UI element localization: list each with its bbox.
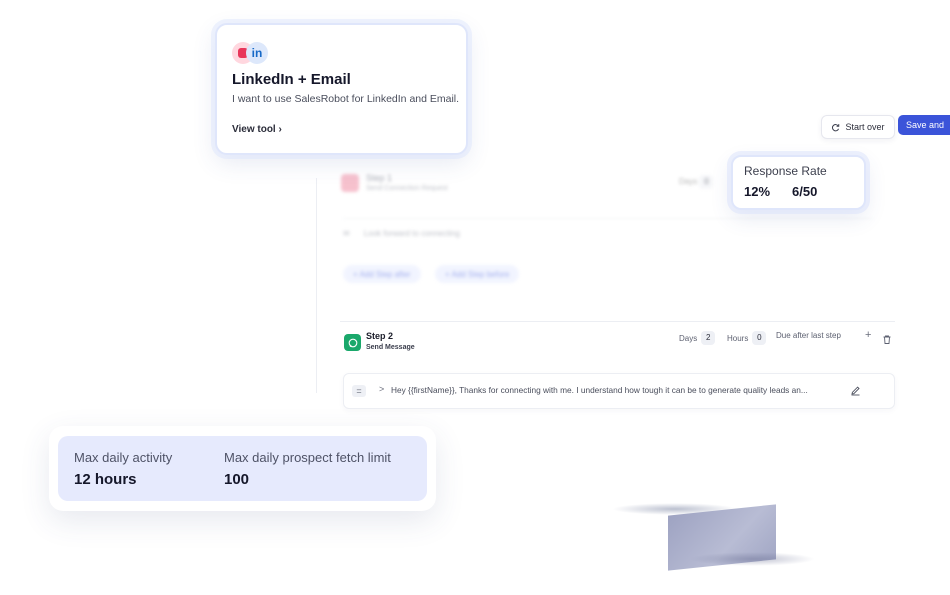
view-tool-link[interactable]: View tool › <box>232 124 282 135</box>
step-2-title: Step 2 <box>366 331 394 341</box>
linkedin-logo-icon: in <box>246 42 268 64</box>
step-1-subtitle: Send Connection Request <box>366 185 448 192</box>
linkedin-card-description: I want to use SalesRobot for LinkedIn an… <box>232 93 460 105</box>
chat-bubble-icon <box>348 338 357 347</box>
decorative-shadow <box>690 552 815 566</box>
step-2-message-text: Hey {{firstName}}, Thanks for connecting… <box>391 385 808 395</box>
step-2-days-label: Days <box>679 333 698 343</box>
add-icon[interactable]: + <box>865 329 871 341</box>
refresh-icon <box>832 123 840 131</box>
response-rate-percent: 12% <box>744 184 771 199</box>
pencil-icon[interactable] <box>850 383 861 401</box>
save-button[interactable]: Save and <box>898 115 950 135</box>
response-rate-ratio: 6/50 <box>792 184 818 199</box>
step-2-hours-value[interactable]: 0 <box>752 331 767 345</box>
daily-activity-label: Max daily activity <box>74 450 173 465</box>
linkedin-card-title: LinkedIn + Email <box>232 71 351 88</box>
daily-activity-value: 12 hours <box>74 471 137 488</box>
step-2-subtitle: Send Message <box>366 344 415 351</box>
step-2-days: Days 2 <box>679 331 716 345</box>
add-step-after-button[interactable]: + Add Step after <box>343 265 421 283</box>
connection-request-icon <box>341 173 359 192</box>
message-icon: ✉ <box>343 228 350 238</box>
step-2-due-label: Due after last step <box>776 331 841 340</box>
step-2-hours-label: Hours <box>727 333 749 343</box>
start-over-button[interactable]: Start over <box>821 115 895 139</box>
chevron-right-icon: › <box>278 124 282 135</box>
response-rate-label: Response Rate <box>744 164 827 178</box>
step-1-days-label: Days <box>679 177 698 186</box>
step-1-days-value[interactable]: 0 <box>699 175 714 189</box>
step-1-title: Step 1 <box>366 173 393 183</box>
channel-logos: in <box>232 42 268 64</box>
due-label-text: Due after last step <box>776 331 841 340</box>
step-1-message[interactable]: ✉ Look forward to connecting <box>343 218 873 247</box>
start-over-label: Start over <box>845 122 885 132</box>
trash-icon[interactable] <box>883 331 891 349</box>
send-message-icon <box>344 334 361 351</box>
activity-limits-panel <box>58 436 427 501</box>
linkedin-logo-text: in <box>251 46 263 60</box>
save-label: Save and <box>906 120 945 130</box>
fetch-limit-value: 100 <box>224 471 250 488</box>
step-2-header <box>340 321 895 364</box>
fetch-limit-label: Max daily prospect fetch limit <box>224 450 391 465</box>
step-1-message-text: Look forward to connecting <box>363 228 460 238</box>
step-1-days: Days 0 <box>679 175 714 189</box>
drag-handle-icon[interactable]: = <box>352 385 366 397</box>
step-2-days-value[interactable]: 2 <box>701 331 716 345</box>
chevron-right-icon[interactable]: > <box>379 384 384 394</box>
step-2-hours: Hours 0 <box>727 331 767 345</box>
add-step-before-button[interactable]: + Add Step before <box>435 265 520 283</box>
view-tool-label: View tool <box>232 124 276 135</box>
